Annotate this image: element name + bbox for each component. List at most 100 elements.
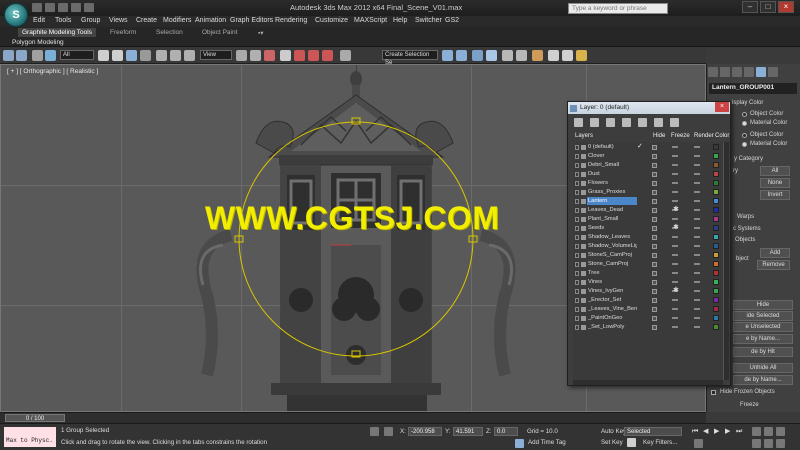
object-color-radio-2[interactable] bbox=[742, 133, 747, 138]
percent-snap-icon[interactable] bbox=[308, 50, 319, 61]
absolute-mode-icon[interactable] bbox=[384, 427, 393, 436]
hide-toggle[interactable] bbox=[652, 307, 657, 312]
hide-toggle[interactable] bbox=[652, 253, 657, 258]
layer-color-swatch[interactable] bbox=[713, 288, 719, 294]
freeze-toggle[interactable] bbox=[672, 299, 678, 301]
goto-end-icon[interactable]: ⏭ bbox=[736, 428, 745, 436]
time-tag-icon[interactable] bbox=[515, 439, 524, 448]
layer-name[interactable]: Dust bbox=[587, 170, 637, 178]
freeze-toggle[interactable] bbox=[672, 164, 678, 166]
material-editor-icon[interactable] bbox=[532, 50, 543, 61]
redo-icon[interactable] bbox=[84, 3, 94, 12]
add-time-tag-button[interactable]: Add Time Tag bbox=[528, 439, 566, 446]
select-link-icon[interactable] bbox=[32, 50, 43, 61]
layer-color-swatch[interactable] bbox=[713, 279, 719, 285]
layer-row[interactable]: Clover bbox=[573, 152, 723, 161]
close-icon[interactable]: × bbox=[715, 102, 729, 112]
hide-toggle[interactable] bbox=[652, 154, 657, 159]
lock-selection-icon[interactable] bbox=[370, 427, 379, 436]
close-icon[interactable]: × bbox=[778, 1, 794, 13]
polygon-modeling-label[interactable]: Polygon Modeling bbox=[12, 39, 64, 46]
freeze-toggle[interactable] bbox=[672, 236, 678, 238]
undo-icon[interactable] bbox=[71, 3, 81, 12]
create-tab-icon[interactable] bbox=[708, 67, 718, 77]
spinner-snap-icon[interactable] bbox=[322, 50, 333, 61]
keyboard-shortcut-icon[interactable] bbox=[264, 50, 275, 61]
layer-row[interactable]: Dust bbox=[573, 170, 723, 179]
render-toggle-icon[interactable] bbox=[694, 227, 700, 229]
render-toggle-icon[interactable] bbox=[694, 209, 700, 211]
render-production-icon[interactable] bbox=[576, 50, 587, 61]
expand-icon[interactable] bbox=[575, 208, 579, 213]
hide-toggle[interactable] bbox=[652, 316, 657, 321]
render-toggle-icon[interactable] bbox=[694, 317, 700, 319]
menu-gs2[interactable]: GS2 bbox=[445, 17, 459, 24]
zoom-all-icon[interactable] bbox=[764, 427, 773, 436]
layer-row[interactable]: _Erector_Set bbox=[573, 296, 723, 305]
curve-editor-icon[interactable] bbox=[502, 50, 513, 61]
hide-toggle[interactable] bbox=[652, 208, 657, 213]
layer-color-swatch[interactable] bbox=[713, 198, 719, 204]
render-toggle-icon[interactable] bbox=[694, 299, 700, 301]
expand-icon[interactable] bbox=[575, 280, 579, 285]
layer-name[interactable]: _Erector_Set bbox=[587, 296, 637, 304]
select-object-icon[interactable] bbox=[98, 50, 109, 61]
menu-views[interactable]: Views bbox=[109, 17, 128, 24]
hide-toggle[interactable] bbox=[652, 244, 657, 249]
category-item[interactable]: ry bbox=[733, 168, 738, 174]
menu-switcher[interactable]: Switcher bbox=[415, 17, 442, 24]
layer-color-swatch[interactable] bbox=[713, 234, 719, 240]
menu-graph-editors[interactable]: Graph Editors bbox=[230, 17, 273, 24]
selected-set-dropdown[interactable]: Selected bbox=[624, 427, 682, 436]
layer-name[interactable]: _PaintOnGeo bbox=[587, 314, 637, 322]
freeze-toggle[interactable] bbox=[672, 191, 678, 193]
render-toggle-icon[interactable] bbox=[694, 281, 700, 283]
menu-modifiers[interactable]: Modifiers bbox=[163, 17, 191, 24]
maximize-viewport-icon[interactable] bbox=[776, 439, 785, 448]
menu-help[interactable]: Help bbox=[393, 17, 407, 24]
render-toggle-icon[interactable] bbox=[694, 245, 700, 247]
tab-graphite-modeling[interactable]: Graphite Modeling Tools bbox=[18, 28, 96, 37]
edit-named-selection-icon[interactable] bbox=[340, 50, 351, 61]
all-button[interactable]: All bbox=[760, 166, 790, 176]
layer-name[interactable]: 0 (default) bbox=[587, 143, 637, 151]
freeze-icon[interactable]: ✱ bbox=[673, 206, 679, 214]
schematic-view-icon[interactable] bbox=[516, 50, 527, 61]
render-toggle-icon[interactable] bbox=[694, 173, 700, 175]
orbit-icon[interactable] bbox=[764, 439, 773, 448]
column-color[interactable]: Color bbox=[715, 133, 729, 139]
hide-toggle[interactable] bbox=[652, 217, 657, 222]
freeze-toggle[interactable] bbox=[672, 326, 678, 328]
none-button[interactable]: None bbox=[760, 178, 790, 188]
layer-name[interactable]: Stone_CamProj bbox=[587, 260, 637, 268]
layer-name[interactable]: Tree bbox=[587, 269, 637, 277]
menu-animation[interactable]: Animation bbox=[195, 17, 226, 24]
category-item[interactable]: Objects bbox=[735, 237, 755, 243]
maximize-icon[interactable]: □ bbox=[760, 1, 776, 13]
layer-color-swatch[interactable] bbox=[713, 144, 719, 150]
layer-row[interactable]: 0 (default) ✓ bbox=[573, 143, 723, 152]
object-color-radio[interactable] bbox=[742, 112, 747, 117]
modify-tab-icon[interactable] bbox=[720, 67, 730, 77]
expand-icon[interactable] bbox=[575, 244, 579, 249]
align-icon[interactable] bbox=[456, 50, 467, 61]
column-hide[interactable]: Hide bbox=[653, 133, 665, 139]
invert-button[interactable]: Invert bbox=[760, 190, 790, 200]
layer-color-swatch[interactable] bbox=[713, 270, 719, 276]
render-setup-icon[interactable] bbox=[548, 50, 559, 61]
maxscript-listener[interactable]: Max to Physc. bbox=[4, 427, 56, 447]
snaps-toggle-icon[interactable] bbox=[280, 50, 291, 61]
add-to-layer-icon[interactable] bbox=[606, 118, 615, 127]
render-toggle-icon[interactable] bbox=[694, 218, 700, 220]
hide-toggle[interactable] bbox=[652, 190, 657, 195]
column-layers[interactable]: Layers bbox=[575, 133, 593, 139]
search-input[interactable]: Type a keyword or phrase bbox=[568, 3, 668, 14]
menu-customize[interactable]: Customize bbox=[315, 17, 348, 24]
object-name-field[interactable]: Lantern_GROUP001 bbox=[709, 83, 797, 94]
layer-name[interactable]: Plant_Small bbox=[587, 215, 637, 223]
hide-toggle[interactable] bbox=[652, 325, 657, 330]
render-toggle-icon[interactable] bbox=[694, 200, 700, 202]
open-file-icon[interactable] bbox=[45, 3, 55, 12]
expand-icon[interactable] bbox=[575, 172, 579, 177]
freeze-rollout-label[interactable]: Freeze bbox=[740, 402, 759, 408]
